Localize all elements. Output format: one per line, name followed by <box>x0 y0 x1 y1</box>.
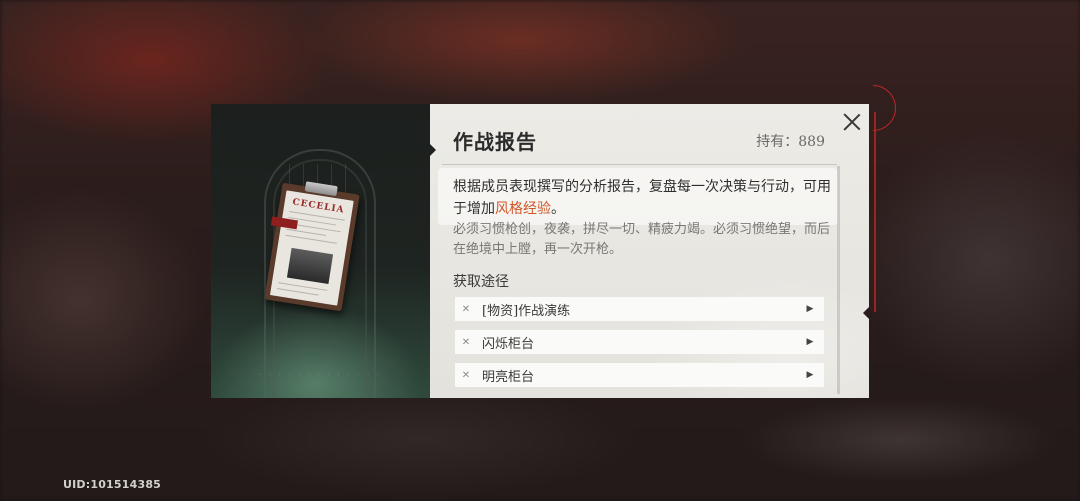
play-arrow-icon: ▶ <box>806 337 814 347</box>
paper-text-line <box>276 288 319 296</box>
accent-line-decoration <box>874 112 876 312</box>
item-name: 作战报告 <box>453 130 537 154</box>
sources-heading: 获取途径 <box>453 274 509 290</box>
item-art-panel: CECELIA · · · · · · · · · · · · · <box>211 104 430 398</box>
play-arrow-icon: ▶ <box>806 304 814 314</box>
panel-notch-decoration <box>430 144 436 156</box>
title-divider <box>442 164 837 165</box>
owned-count: 持有：889 <box>756 134 825 150</box>
paper-text-line <box>285 234 337 244</box>
art-caption-decoration: · · · · · · · · · · · · · <box>259 372 382 379</box>
source-item-bright-counter[interactable]: ✕ 明亮柜台 ▶ <box>455 363 824 387</box>
item-detail-modal: CECELIA · · · · · · · · · · · · · 作战报告 持… <box>211 104 869 398</box>
description-highlight: 风格经验 <box>495 201 551 217</box>
item-flavor-text: 必须习惯枪创，夜袭，拼尽一切、精疲力竭。必须习惯绝望，而后在绝境中上膛，再一次开… <box>453 222 831 257</box>
scrollbar[interactable] <box>837 166 840 394</box>
cross-bullet-icon: ✕ <box>461 369 471 381</box>
source-label: 明亮柜台 <box>482 369 535 385</box>
description-end: 。 <box>551 201 565 217</box>
source-item-flash-counter[interactable]: ✕ 闪烁柜台 ▶ <box>455 330 824 354</box>
play-arrow-icon: ▶ <box>806 370 814 380</box>
item-description: 根据成员表现撰写的分析报告，复盘每一次决策与行动，可用于增加风格经验。 <box>453 176 833 220</box>
report-photo <box>286 247 334 285</box>
close-icon[interactable] <box>839 109 865 135</box>
user-id: UID:101514385 <box>63 478 162 491</box>
cross-bullet-icon: ✕ <box>461 336 471 348</box>
source-label: 闪烁柜台 <box>482 336 535 352</box>
panel-notch-decoration <box>863 307 869 319</box>
source-item-combat-drill[interactable]: ✕ [物资]作战演练 ▶ <box>455 297 824 321</box>
report-paper: CECELIA <box>269 190 354 306</box>
source-label: [物资]作战演练 <box>482 303 571 319</box>
cross-bullet-icon: ✕ <box>461 303 471 315</box>
item-info-panel: 作战报告 持有：889 根据成员表现撰写的分析报告，复盘每一次决策与行动，可用于… <box>430 104 869 398</box>
